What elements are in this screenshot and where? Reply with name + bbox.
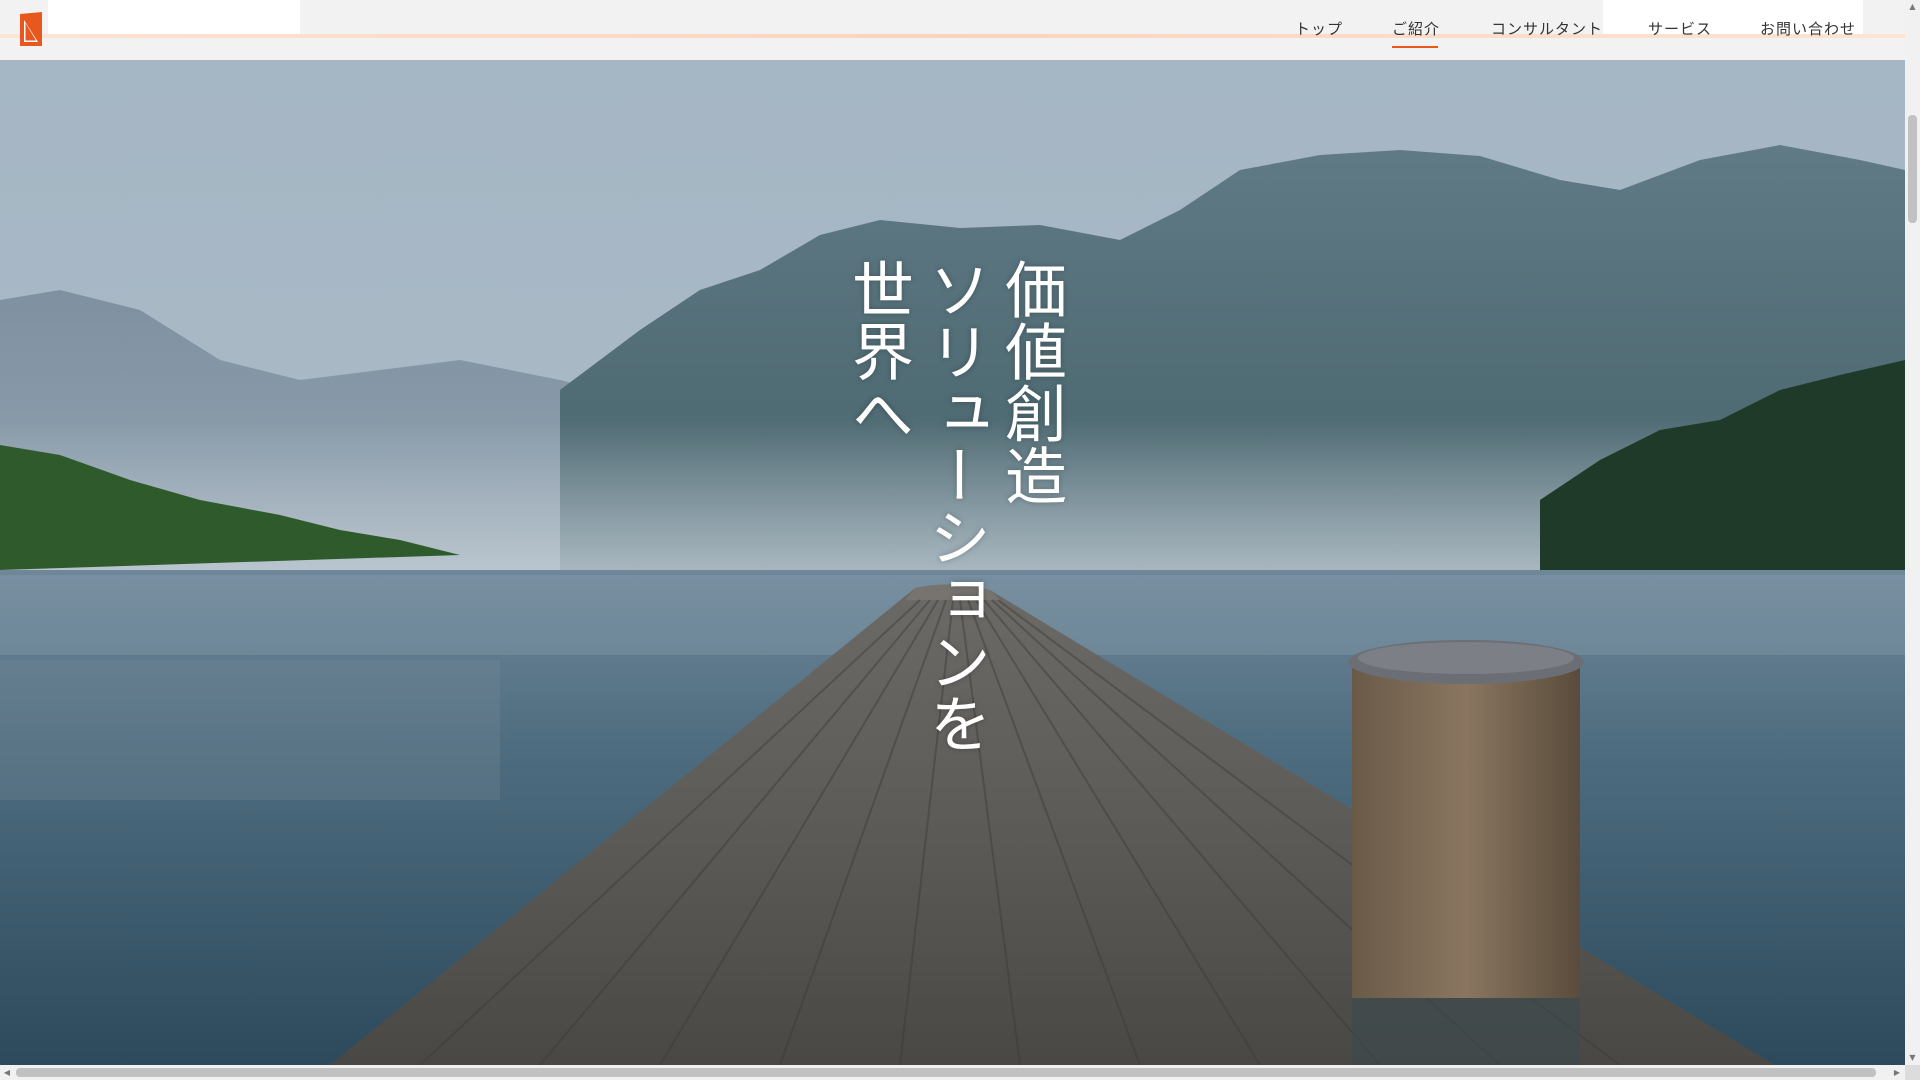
hero-tagline: 価値創造 ソリューションを 世界へ	[0, 60, 1905, 1065]
nav-item-contact[interactable]: お問い合わせ	[1760, 18, 1855, 50]
scroll-left-arrow-icon[interactable]: ◀	[2, 1067, 12, 1078]
hero-section: 価値創造 ソリューションを 世界へ	[0, 60, 1905, 1065]
tagline-line-2: ソリューションを	[918, 258, 991, 754]
nav-item-top[interactable]: トップ	[1295, 18, 1342, 50]
main-navigation: トップ ご紹介 コンサルタント サービス お問い合わせ	[0, 0, 1905, 60]
tagline-line-1: 価値創造	[994, 258, 1067, 506]
site-header: トップ ご紹介 コンサルタント サービス お問い合わせ	[0, 0, 1905, 60]
horizontal-scrollbar[interactable]: ◀ ▶	[0, 1065, 1905, 1080]
scroll-up-arrow-icon[interactable]: ▲	[1908, 2, 1917, 12]
scroll-down-arrow-icon[interactable]: ▼	[1908, 1053, 1917, 1063]
nav-item-about[interactable]: ご紹介	[1392, 18, 1439, 50]
scroll-right-arrow-icon[interactable]: ▶	[1892, 1067, 1902, 1078]
nav-item-consultants[interactable]: コンサルタント	[1491, 18, 1602, 50]
horizontal-scroll-thumb[interactable]	[16, 1068, 1876, 1077]
nav-item-services[interactable]: サービス	[1648, 18, 1711, 50]
vertical-scrollbar[interactable]: ▲ ▼	[1905, 0, 1920, 1065]
scrollbar-corner	[1905, 1065, 1920, 1080]
browser-viewport: 価値創造 ソリューションを 世界へ トップ ご紹介 コンサルタント サービス お…	[0, 0, 1905, 1065]
tagline-line-3: 世界へ	[841, 258, 914, 444]
vertical-scroll-thumb[interactable]	[1908, 115, 1917, 223]
